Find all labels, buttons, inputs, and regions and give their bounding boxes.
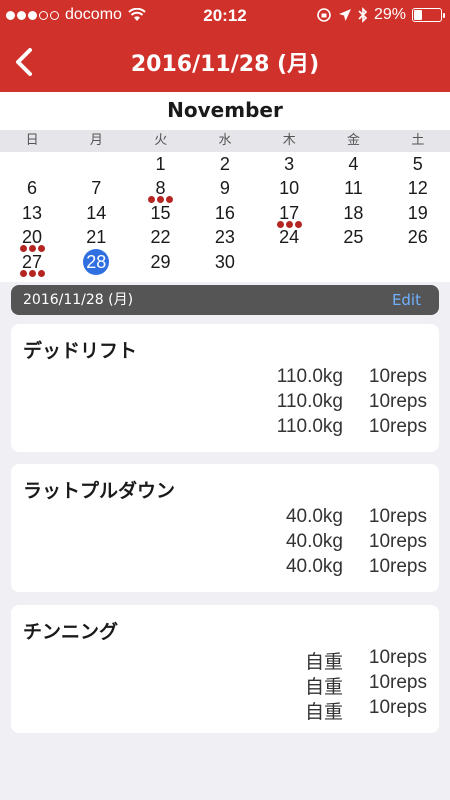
weekday-label: 日: [25, 133, 39, 148]
set-reps: 10reps: [368, 506, 427, 527]
calendar-day-11[interactable]: 11: [321, 176, 385, 200]
weekday-header: 日月火水木金土: [0, 130, 450, 152]
top-bar: docomo 20:12 29% 2016/11/28 (月): [0, 0, 450, 92]
set-weight: 40.0kg: [285, 506, 343, 527]
exercise-name: チンニング: [23, 621, 119, 643]
workout-marker-dots: [0, 270, 64, 278]
nav-bar: 2016/11/28 (月): [0, 32, 450, 92]
calendar-day-5[interactable]: 5: [386, 152, 450, 176]
set-weight: 自重: [304, 702, 343, 723]
set-weight: 110.0kg: [276, 416, 343, 437]
set-weight: 110.0kg: [276, 391, 343, 412]
calendar-day-30[interactable]: 30: [193, 250, 257, 274]
exercise-name: デッドリフト: [23, 340, 138, 362]
exercise-card[interactable]: ラットプルダウン 40.0kg 10reps 40.0kg 10reps 40.0kg 10…: [11, 464, 439, 592]
set-row: 自重 10reps: [233, 697, 427, 723]
weekday-label: 月: [89, 133, 103, 148]
calendar-day-2[interactable]: 2: [193, 152, 257, 176]
status-bar: docomo 20:12 29%: [0, 0, 450, 32]
calendar-day-26[interactable]: 26: [386, 225, 450, 249]
calendar-grid: 1 2 3 4 5 6 7 8 9 10 11 12 13 14 15 16 17 18 19 20 21 22 23 24 2…: [0, 152, 450, 282]
weekday-label: 水: [218, 133, 232, 148]
calendar-day-25[interactable]: 25: [321, 225, 385, 249]
set-row: 自重 10reps: [233, 647, 427, 673]
calendar-day-6[interactable]: 6: [0, 176, 64, 200]
calendar-day-1[interactable]: 1: [129, 152, 193, 176]
weekday-label: 火: [154, 133, 168, 148]
page-title: 2016/11/28 (月): [130, 52, 320, 77]
calendar-day-22[interactable]: 22: [129, 225, 193, 249]
exercise-card[interactable]: デッドリフト 110.0kg 10reps 110.0kg 10reps 110.0kg 1…: [11, 324, 439, 452]
set-reps: 10reps: [368, 672, 427, 693]
set-reps: 10reps: [368, 366, 427, 387]
set-row: 110.0kg 10reps: [233, 366, 427, 391]
calendar-day-13[interactable]: 13: [0, 201, 64, 225]
set-row: 40.0kg 10reps: [233, 556, 427, 581]
calendar-day-19[interactable]: 19: [386, 201, 450, 225]
calendar-day-14[interactable]: 14: [64, 201, 128, 225]
set-reps: 10reps: [368, 416, 427, 437]
month-title: November: [0, 92, 450, 130]
selected-date-label: 2016/11/28 (月): [23, 292, 134, 308]
set-row: 40.0kg 10reps: [233, 506, 427, 531]
set-weight: 40.0kg: [285, 556, 343, 577]
weekday-label: 土: [411, 133, 425, 148]
set-row: 110.0kg 10reps: [233, 391, 427, 416]
calendar-day-10[interactable]: 10: [257, 176, 321, 200]
location-icon: [338, 9, 351, 21]
calendar-day-3[interactable]: 3: [257, 152, 321, 176]
calendar-day-29[interactable]: 29: [129, 250, 193, 274]
set-reps: 10reps: [368, 647, 427, 668]
set-weight: 自重: [304, 652, 343, 673]
status-right: 29%: [316, 6, 445, 24]
set-weight: 40.0kg: [285, 531, 343, 552]
bluetooth-icon: [358, 7, 368, 23]
selected-date-bar: 2016/11/28 (月) Edit: [11, 285, 439, 315]
battery-percent: 29%: [373, 6, 406, 23]
weekday-label: 木: [282, 133, 296, 148]
calendar-day-4[interactable]: 4: [321, 152, 385, 176]
calendar-day-21[interactable]: 21: [64, 225, 128, 249]
set-reps: 10reps: [368, 531, 427, 552]
calendar-day-28[interactable]: 28: [64, 250, 128, 274]
calendar-day-15[interactable]: 15: [129, 201, 193, 225]
set-reps: 10reps: [368, 556, 427, 577]
set-weight: 110.0kg: [276, 366, 343, 387]
weekday-label: 金: [347, 133, 361, 148]
calendar-day-23[interactable]: 23: [193, 225, 257, 249]
set-weight: 自重: [304, 677, 343, 698]
calendar-day-12[interactable]: 12: [386, 176, 450, 200]
calendar-day-16[interactable]: 16: [193, 201, 257, 225]
edit-button[interactable]: Edit: [392, 285, 421, 315]
set-row: 自重 10reps: [233, 672, 427, 698]
set-row: 40.0kg 10reps: [233, 531, 427, 556]
calendar-day-24[interactable]: 24: [257, 225, 321, 249]
set-row: 110.0kg 10reps: [233, 416, 427, 441]
calendar-day-7[interactable]: 7: [64, 176, 128, 200]
exercise-card[interactable]: チンニング自重 10reps 自重 10reps 自重 10reps: [11, 605, 439, 733]
set-reps: 10reps: [368, 697, 427, 718]
calendar-day-9[interactable]: 9: [193, 176, 257, 200]
exercise-name: ラットプルダウン: [23, 480, 176, 502]
set-reps: 10reps: [368, 391, 427, 412]
calendar-day-18[interactable]: 18: [321, 201, 385, 225]
orientation-lock-icon: [317, 8, 331, 22]
battery-icon: [412, 8, 445, 22]
